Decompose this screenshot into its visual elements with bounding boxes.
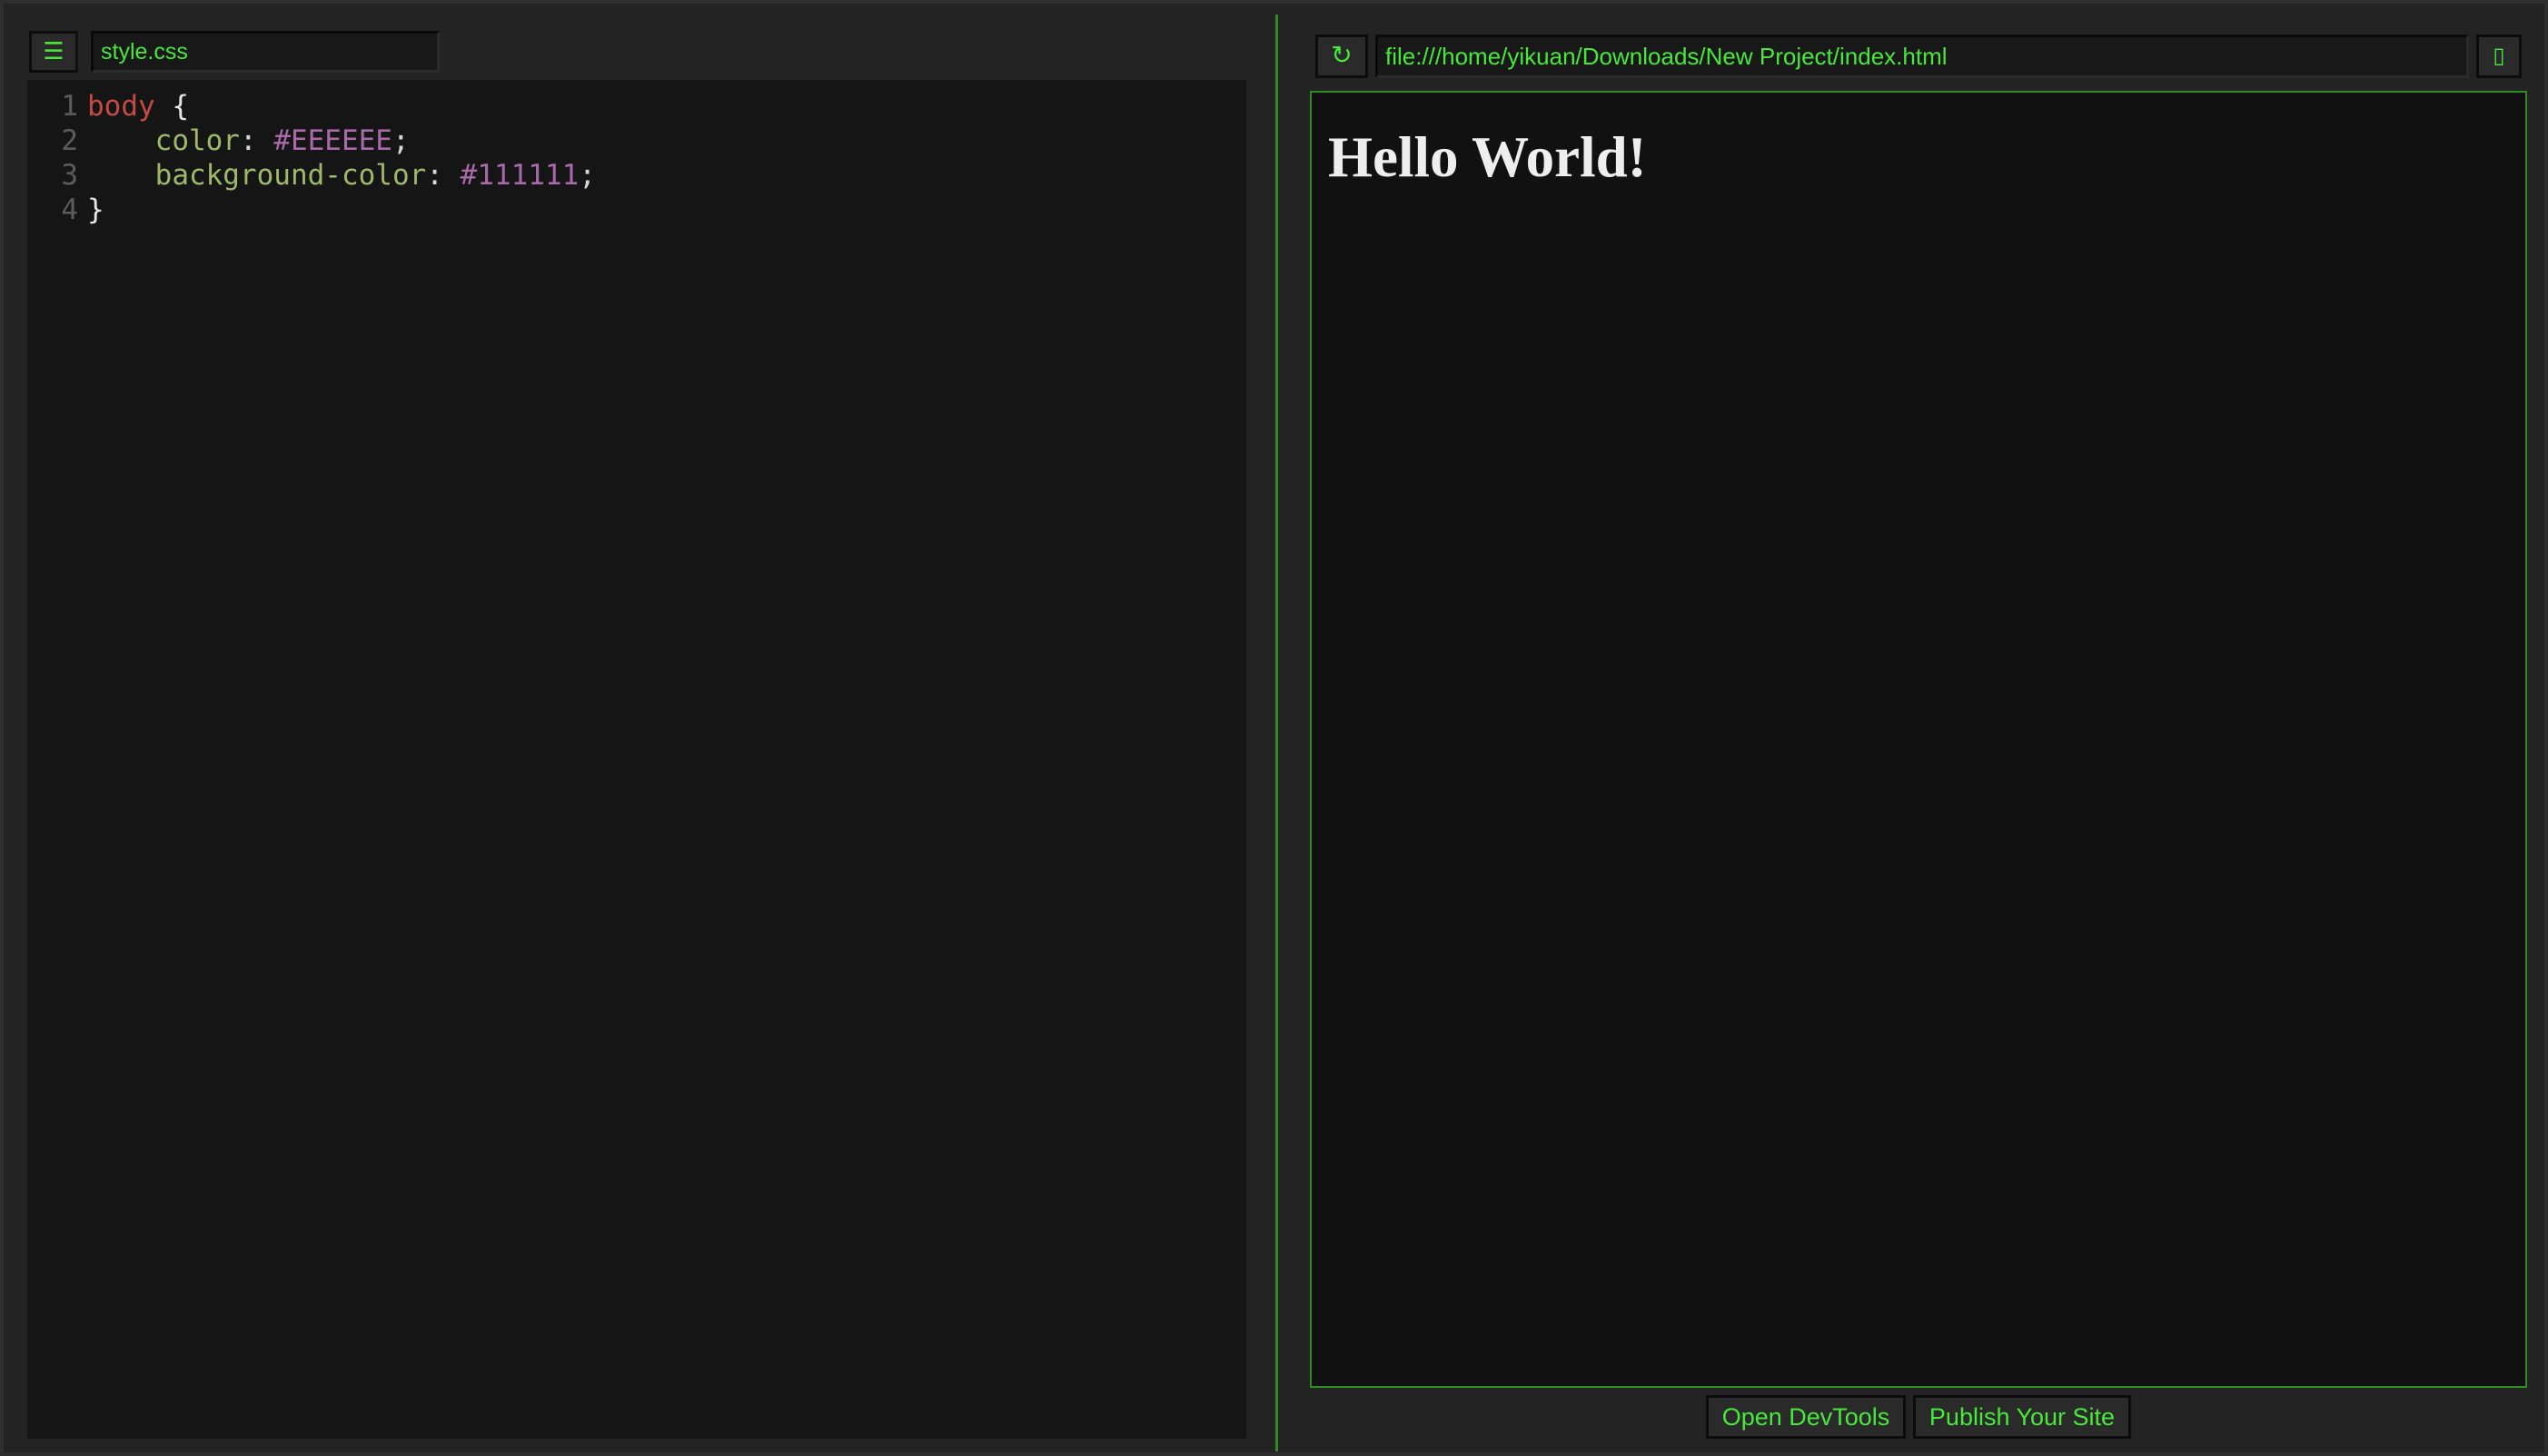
code-token-punct — [87, 124, 155, 157]
line-number: 3 — [61, 159, 78, 192]
pane-divider[interactable] — [1275, 15, 1278, 1451]
code-line[interactable]: 3 background-color: #111111; — [27, 158, 596, 193]
open-devtools-button[interactable]: Open DevTools — [1706, 1395, 1906, 1439]
preview-frame[interactable]: Hello World! — [1310, 91, 2527, 1388]
app-window: ☰ 1body {2 color: #EEEEEE;3 background-c… — [0, 0, 2548, 1456]
line-number: 4 — [61, 193, 78, 226]
code-token-punct: ; — [392, 124, 410, 157]
code-token-punct: ; — [579, 159, 596, 192]
preview-heading: Hello World! — [1328, 125, 1647, 189]
code-token-punct — [87, 159, 155, 192]
publish-site-button[interactable]: Publish Your Site — [1913, 1395, 2131, 1439]
code-editor[interactable]: 1 body {2 color: #EEEEEE; 3 background-col… — [27, 80, 1246, 1439]
code-line[interactable]: 2 color: #EEEEEE; — [27, 124, 410, 158]
hamburger-menu-icon[interactable]: ☰ — [29, 31, 78, 73]
code-token-brace: { — [154, 90, 189, 123]
code-token-value: #111111 — [460, 159, 580, 192]
code-token-brace: } — [87, 193, 104, 226]
code-token-value: #EEEEEE — [273, 124, 392, 157]
line-number: 2 — [61, 124, 78, 157]
code-line[interactable]: 4} — [27, 193, 104, 227]
code-token-prop: background-color — [154, 159, 427, 192]
url-input[interactable] — [1375, 35, 2469, 78]
code-token-punct: : — [239, 124, 274, 157]
code-token-punct: : — [426, 159, 461, 192]
line-number: 1 — [61, 90, 78, 123]
code-token-prop: color — [154, 124, 240, 157]
footer-buttons: Open DevTools Publish Your Site — [4, 1395, 2548, 1441]
refresh-icon[interactable]: ↻ — [1315, 35, 1368, 78]
code-line[interactable]: 1 body { — [27, 89, 189, 124]
filename-input[interactable] — [91, 31, 440, 73]
code-token-selector: body — [87, 90, 155, 123]
open-external-icon[interactable]: ▯ — [2476, 35, 2522, 78]
